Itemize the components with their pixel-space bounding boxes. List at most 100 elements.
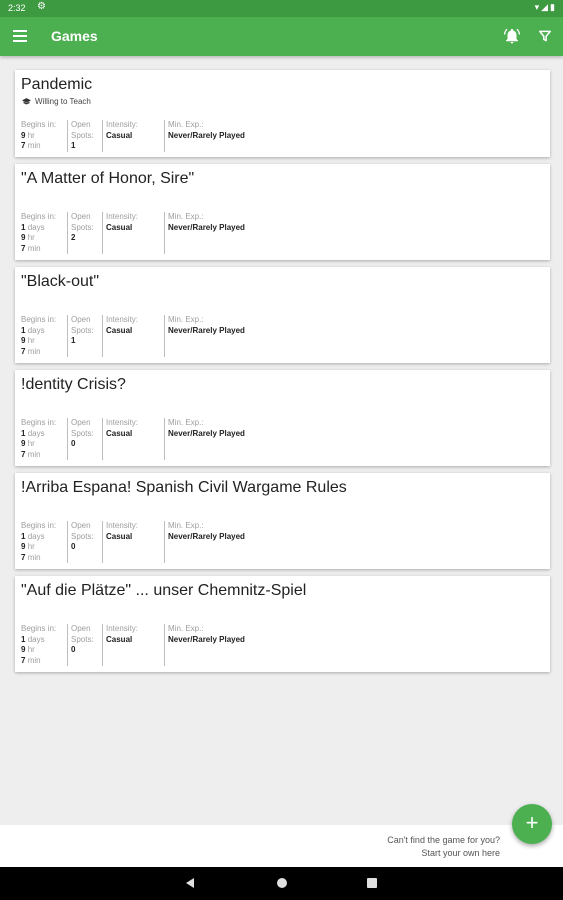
begins-minutes: 7 min [21,244,63,255]
minutes-value: 7 [21,243,26,253]
hours-value: 9 [21,130,26,140]
hours-unit: hr [27,439,35,448]
open-spots-value: 1 [71,141,76,150]
intensity-column: Intensity: Casual [102,521,164,563]
intensity-label: Intensity: [106,120,139,129]
intensity-column: Intensity: Casual [102,212,164,254]
begins-days: 1 days [21,223,63,234]
begins-days: 1 days [21,326,63,337]
system-nav-bar [0,867,563,900]
menu-icon[interactable] [13,30,27,42]
game-title: "A Matter of Honor, Sire" [21,170,195,187]
begins-in-label: Begins in: [21,212,57,221]
begins-in-label: Begins in: [21,521,57,530]
begins-in-column: Begins in: 1 days 9 hr 7 min [21,521,67,563]
days-value: 1 [21,325,26,335]
spots-label: Spots: [71,428,94,438]
bell-icon[interactable] [503,27,521,45]
days-unit: days [27,634,45,644]
game-title: !Arriba Espana! Spanish Civil Wargame Ru… [21,479,347,496]
days-value: 1 [21,222,26,232]
intensity-value: Casual [106,531,133,541]
open-spots-column: Open Spots: 1 [67,315,102,357]
open-spots-value: 1 [71,336,76,345]
begins-minutes: 7 min [21,141,63,152]
game-meta: Begins in: 1 days 9 hr 7 min Open Spots: 2 Inte… [21,212,274,254]
spots-label: Spots: [71,531,94,541]
open-spots-value: 0 [71,542,76,551]
filter-icon[interactable] [538,29,552,43]
game-card[interactable]: "A Matter of Honor, Sire" Begins in: 1 day… [15,164,550,260]
min-exp-value: Never/Rarely Played [168,428,245,438]
days-value: 1 [21,531,26,541]
begins-minutes: 7 min [21,347,63,358]
days-unit: days [27,222,45,232]
intensity-column: Intensity: Casual [102,624,164,666]
open-spots-value: 2 [71,233,76,242]
begins-minutes: 7 min [21,450,63,461]
bottom-strip: Can't find the game for you? Start your … [0,825,563,867]
intensity-value: Casual [106,428,133,438]
minutes-unit: min [27,449,41,459]
recents-icon[interactable] [367,878,377,888]
min-exp-column: Min. Exp.: Never/Rarely Played [164,120,274,152]
days-value: 1 [21,428,26,438]
open-spots-column: Open Spots: 0 [67,521,102,563]
hours-value: 9 [21,542,26,551]
gear-icon: ⚙ [37,1,46,12]
game-card[interactable]: "Auf die Plätze" ... unser Chemnitz-Spie… [15,576,550,672]
begins-hours: 9 hr [21,645,63,656]
intensity-label: Intensity: [106,315,139,324]
open-spots-column: Open Spots: 0 [67,418,102,460]
begins-hours: 9 hr [21,233,63,244]
app-bar: Games [0,17,563,56]
game-meta: Begins in: 1 days 9 hr 7 min Open Spots: 0 Inte… [21,418,274,460]
begins-in-column: Begins in: 1 days 9 hr 7 min [21,212,67,254]
game-title: "Auf die Plätze" ... unser Chemnitz-Spie… [21,582,307,599]
open-label: Open [71,120,91,129]
minutes-unit: min [27,141,41,150]
game-card[interactable]: !dentity Crisis? Begins in: 1 days 9 hr 7 mi… [15,370,550,466]
open-label: Open [71,624,91,633]
status-bar: 2:32 ⚙ ▾◢▮ [0,0,563,17]
game-card[interactable]: Pandemic Willing to Teach Begins in: 9 hr 7 … [15,70,550,157]
begins-in-label: Begins in: [21,315,57,324]
begins-in-label: Begins in: [21,418,57,427]
game-card[interactable]: "Black-out" Begins in: 1 days 9 hr 7 min Open… [15,267,550,363]
minutes-value: 7 [21,449,26,459]
cta-line-2: Start your own here [421,848,500,858]
begins-in-column: Begins in: 1 days 9 hr 7 min [21,418,67,460]
minutes-value: 7 [21,346,26,356]
intensity-value: Casual [106,634,133,644]
begins-in-column: Begins in: 1 days 9 hr 7 min [21,624,67,666]
min-exp-column: Min. Exp.: Never/Rarely Played [164,521,274,563]
open-spots-column: Open Spots: 1 [67,120,102,152]
min-exp-label: Min. Exp.: [168,418,204,427]
min-exp-column: Min. Exp.: Never/Rarely Played [164,315,274,357]
begins-in-label: Begins in: [21,120,57,129]
intensity-column: Intensity: Casual [102,120,164,152]
hours-value: 9 [21,336,26,345]
intensity-label: Intensity: [106,521,139,530]
spots-label: Spots: [71,222,94,232]
min-exp-label: Min. Exp.: [168,315,204,324]
add-game-button[interactable]: + [512,804,552,844]
days-unit: days [27,531,45,541]
home-icon[interactable] [277,878,287,888]
open-label: Open [71,418,91,427]
teach-badge: Willing to Teach [22,97,91,106]
intensity-value: Casual [106,325,133,335]
open-spots-column: Open Spots: 2 [67,212,102,254]
hours-unit: hr [27,130,35,140]
hours-unit: hr [27,645,35,654]
spots-label: Spots: [71,130,94,140]
minutes-unit: min [27,243,41,253]
intensity-label: Intensity: [106,418,139,427]
min-exp-value: Never/Rarely Played [168,130,245,140]
minutes-unit: min [27,346,41,356]
create-game-link[interactable]: Can't find the game for you? Start your … [387,834,500,860]
min-exp-label: Min. Exp.: [168,212,204,221]
game-card[interactable]: !Arriba Espana! Spanish Civil Wargame Ru… [15,473,550,569]
open-label: Open [71,212,91,221]
back-icon[interactable] [186,878,194,888]
